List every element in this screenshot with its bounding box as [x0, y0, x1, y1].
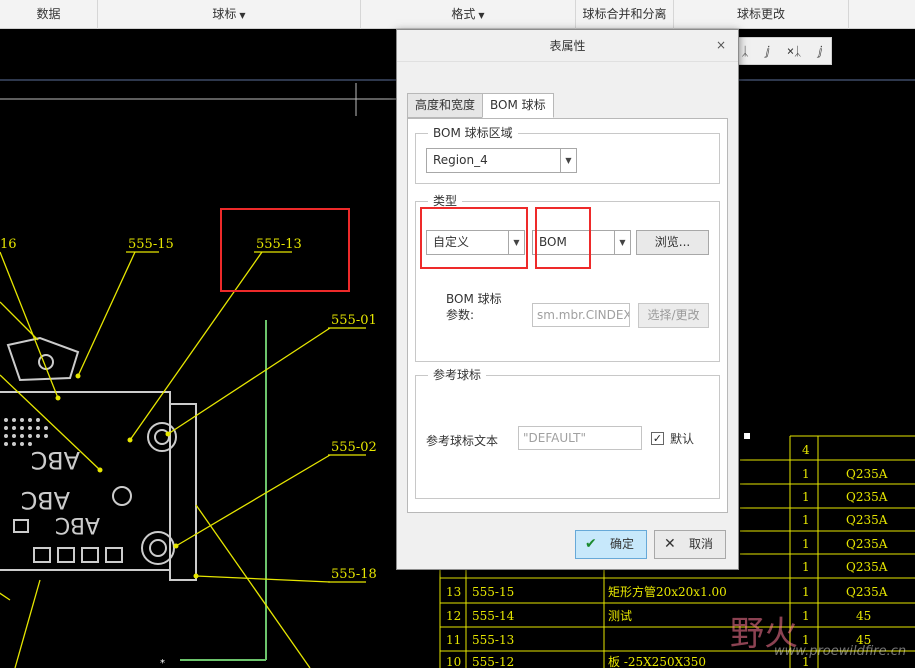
- default-label: 默认: [670, 432, 695, 446]
- table-cell: Q235A: [846, 537, 888, 551]
- close-icon: ✕: [664, 536, 676, 552]
- tab-bom-balloon[interactable]: BOM 球标: [482, 93, 554, 118]
- table-cell: 1: [802, 513, 810, 527]
- balloon-tool-icon[interactable]: ×ᛣ: [787, 44, 801, 58]
- part-engraving: ABC: [55, 512, 100, 537]
- table-cell: 12: [446, 609, 461, 623]
- tab-panel-bom-balloon: BOM 球标区域 Region_4 ▼ 类型 自定义 ▼ BOM ▼ 浏览...…: [407, 118, 728, 513]
- table-cell: Q235A: [846, 560, 888, 574]
- ribbon-group-merge-split[interactable]: 球标合并和分离: [576, 0, 674, 29]
- annotation-highlight: [420, 207, 528, 269]
- ribbon-group-balloon-change[interactable]: 球标更改: [674, 0, 849, 29]
- table-cell: 555-14: [472, 609, 515, 623]
- ribbon-group-format[interactable]: 格式 ▼: [361, 0, 576, 29]
- chevron-down-icon[interactable]: ▼: [560, 149, 576, 172]
- ribbon-group-balloon[interactable]: 球标 ▼: [98, 0, 361, 29]
- select-change-button[interactable]: 选择/更改: [638, 303, 709, 328]
- part-engraving: ABC: [21, 486, 70, 514]
- balloon-label[interactable]: 16: [0, 237, 17, 252]
- default-checkbox[interactable]: ✓: [651, 432, 664, 445]
- ribbon-group-label: 球标更改: [736, 7, 785, 21]
- balloon-label[interactable]: 555-18: [331, 567, 377, 582]
- select-value: Region_4: [433, 153, 488, 167]
- watermark-url: www.proewildfire.cn: [774, 644, 907, 659]
- reference-text-label: 参考球标文本: [426, 434, 499, 448]
- table-cell: 1: [802, 585, 810, 599]
- table-cell: 1: [802, 467, 810, 481]
- group-legend: 参考球标: [428, 368, 487, 382]
- table-cell: 555-15: [472, 585, 514, 599]
- table-cell: 555-12: [472, 655, 514, 668]
- balloon-label[interactable]: 555-01: [331, 313, 377, 328]
- table-cell: 板 -25X250X350: [608, 655, 706, 668]
- ribbon-group-data[interactable]: 数据: [0, 0, 98, 29]
- param-label-line1: BOM 球标: [446, 292, 502, 306]
- table-cell: 13: [446, 585, 461, 599]
- cancel-label: 取消: [689, 537, 714, 551]
- balloon-label[interactable]: 555-02: [331, 440, 377, 455]
- tab-height-width[interactable]: 高度和宽度: [407, 93, 484, 118]
- ribbon-group-label: 球标: [212, 7, 237, 21]
- chevron-down-icon: ▼: [239, 11, 246, 20]
- ribbon-group-label: 数据: [36, 7, 61, 21]
- ribbon-bar: 数据 球标 ▼ 格式 ▼ 球标合并和分离 球标更改: [0, 0, 915, 29]
- table-cell: 矩形方管20x20x1.00: [608, 584, 727, 599]
- param-label-line2: 参数:: [446, 308, 475, 322]
- ok-label: 确定: [610, 537, 635, 551]
- ribbon-group-label: 格式: [451, 7, 476, 21]
- table-handle[interactable]: [744, 433, 750, 439]
- table-cell: 1: [802, 560, 810, 574]
- chevron-down-icon: ▼: [478, 11, 485, 20]
- balloon-mini-toolbar: ᛣ ⅉ ×ᛣ ⅉ: [732, 37, 832, 65]
- group-legend: BOM 球标区域: [428, 126, 518, 140]
- table-cell: 测试: [608, 608, 632, 623]
- dialog-tabs: 高度和宽度 BOM 球标: [407, 93, 554, 118]
- ribbon-group-label: 球标合并和分离: [582, 7, 667, 21]
- reference-balloon-group: 参考球标 参考球标文本 "DEFAULT" ✓ 默认: [415, 368, 720, 499]
- table-cell: Q235A: [846, 467, 888, 481]
- balloon-label[interactable]: 555-15: [128, 237, 174, 252]
- bom-region-group: BOM 球标区域 Region_4 ▼: [415, 126, 720, 184]
- param-input[interactable]: sm.mbr.CINDEX: [532, 303, 630, 327]
- part-engraving: ABC: [31, 446, 80, 474]
- table-cell: Q235A: [846, 585, 888, 599]
- table-cell: 11: [446, 633, 461, 647]
- table-cell: 10: [446, 655, 461, 668]
- browse-button[interactable]: 浏览...: [636, 230, 709, 255]
- table-cell: Q235A: [846, 490, 888, 504]
- table-cell: 4: [802, 443, 810, 457]
- balloon-tool-icon[interactable]: ⅉ: [818, 44, 822, 58]
- close-icon[interactable]: ×: [714, 38, 728, 52]
- table-cell: 1: [802, 490, 810, 504]
- table-cell: Q235A: [846, 513, 888, 527]
- checkmark-icon: ✔: [585, 536, 597, 552]
- balloon-tool-icon[interactable]: ⅉ: [766, 44, 770, 58]
- annotation-highlight: [535, 207, 591, 269]
- ok-button[interactable]: ✔ 确定: [575, 530, 647, 559]
- watermark: 野火 www.proewildfire.cn: [730, 606, 907, 666]
- table-cell: 555-13: [472, 633, 514, 647]
- cancel-button[interactable]: ✕ 取消: [654, 530, 726, 559]
- origin-marker: *: [160, 658, 165, 668]
- table-properties-dialog: 表属性 × 高度和宽度 BOM 球标 BOM 球标区域 Region_4 ▼ 类…: [396, 29, 739, 570]
- annotation-highlight: [220, 208, 350, 292]
- group-legend: 类型: [428, 194, 463, 208]
- dialog-title: 表属性: [397, 30, 738, 62]
- chevron-down-icon[interactable]: ▼: [614, 231, 630, 254]
- perforation-dots: [4, 418, 48, 446]
- balloon-tool-icon[interactable]: ᛣ: [741, 44, 748, 58]
- bom-region-select[interactable]: Region_4 ▼: [426, 148, 577, 173]
- table-cell: 1: [802, 537, 810, 551]
- reference-text-input[interactable]: "DEFAULT": [518, 426, 642, 450]
